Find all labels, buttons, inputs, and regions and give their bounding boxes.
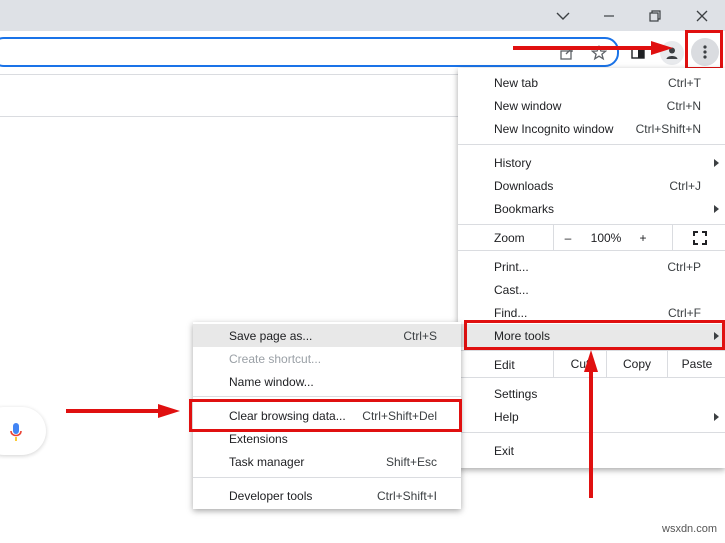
submenu-item-create-shortcut: Create shortcut... — [193, 347, 461, 370]
chevron-right-icon — [714, 204, 719, 213]
zoom-level: 100% — [583, 225, 629, 250]
menu-item-shortcut: Ctrl+J — [669, 178, 701, 193]
menu-item-label: Create shortcut... — [229, 351, 322, 366]
zoom-out-button[interactable]: – — [553, 225, 582, 250]
menu-item-shortcut: Ctrl+N — [666, 98, 701, 113]
zoom-in-label: + — [639, 230, 647, 245]
annotation-box-menu-button — [685, 30, 723, 70]
address-bar[interactable] — [0, 37, 619, 67]
star-icon[interactable] — [585, 39, 613, 67]
zoom-in-button[interactable]: + — [629, 225, 657, 250]
annotation-arrow-head — [158, 404, 180, 418]
zoom-row: Zoom – 100% + — [458, 225, 725, 250]
zoom-out-label: – — [564, 230, 572, 245]
search-box[interactable] — [0, 407, 46, 455]
menu-item-history[interactable]: History — [458, 151, 725, 174]
side-panel-icon[interactable] — [624, 39, 652, 67]
menu-item-label: Cast... — [494, 282, 529, 297]
watermark: wsxdn.com — [662, 523, 718, 535]
menu-item-downloads[interactable]: Downloads Ctrl+J — [458, 174, 725, 197]
chevron-right-icon — [714, 412, 719, 421]
menu-item-label: Extensions — [229, 431, 288, 446]
menu-item-new-window[interactable]: New window Ctrl+N — [458, 94, 725, 117]
share-icon[interactable] — [553, 39, 581, 67]
menu-item-label: Help — [494, 409, 519, 424]
menu-item-label: Find... — [494, 305, 528, 320]
menu-item-shortcut: Ctrl+Shift+I — [376, 488, 437, 503]
microphone-icon[interactable] — [9, 422, 23, 444]
menu-item-label: History — [494, 155, 532, 170]
menu-item-print[interactable]: Print... Ctrl+P — [458, 255, 725, 278]
submenu-item-save-page-as[interactable]: Save page as... Ctrl+S — [193, 324, 461, 347]
menu-item-label: Save page as... — [229, 328, 313, 343]
zoom-value: 100% — [590, 230, 622, 245]
annotation-box-clear-browsing-data — [189, 399, 462, 432]
menu-item-cast[interactable]: Cast... — [458, 278, 725, 301]
menu-item-label: Bookmarks — [494, 201, 555, 216]
menu-divider — [193, 396, 461, 397]
menu-item-shortcut: Ctrl+F — [668, 305, 701, 320]
annotation-arrow-shaft — [513, 46, 653, 50]
menu-item-label: Exit — [494, 443, 515, 458]
menu-item-label: Developer tools — [229, 488, 313, 503]
copy-button[interactable]: Copy — [606, 351, 667, 377]
menu-item-shortcut: Shift+Esc — [385, 454, 437, 469]
minimize-icon[interactable] — [586, 0, 632, 31]
menu-item-label: Print... — [494, 259, 529, 274]
cut-button[interactable]: Cut — [553, 351, 606, 377]
menu-item-new-incognito-window[interactable]: New Incognito window Ctrl+Shift+N — [458, 117, 725, 140]
menu-item-label: Name window... — [229, 374, 314, 389]
zoom-label: Zoom — [494, 231, 525, 245]
restore-icon[interactable] — [632, 0, 678, 31]
close-icon[interactable] — [679, 0, 725, 31]
chevron-down-icon[interactable] — [540, 0, 586, 31]
menu-item-label: Settings — [494, 386, 538, 401]
menu-item-label: New window — [494, 98, 562, 113]
menu-item-bookmarks[interactable]: Bookmarks — [458, 197, 725, 220]
submenu-item-developer-tools[interactable]: Developer tools Ctrl+Shift+I — [193, 484, 461, 507]
annotation-box-more-tools — [464, 320, 725, 350]
menu-item-shortcut: Ctrl+S — [403, 328, 437, 343]
edit-label: Edit — [494, 358, 515, 372]
annotation-arrow-head — [651, 41, 673, 55]
copy-label: Copy — [622, 357, 651, 371]
menu-item-label: Task manager — [229, 454, 305, 469]
menu-item-label: Downloads — [494, 178, 554, 193]
menu-item-shortcut: Ctrl+T — [668, 75, 701, 90]
paste-button[interactable]: Paste — [667, 351, 725, 377]
annotation-arrow-shaft — [66, 409, 161, 413]
menu-item-shortcut: Ctrl+Shift+N — [635, 121, 701, 136]
menu-divider — [458, 250, 725, 251]
menu-item-shortcut: Ctrl+P — [667, 259, 701, 274]
menu-divider — [193, 477, 461, 478]
annotation-arrow-shaft — [589, 370, 593, 498]
annotation-arrow-head — [584, 350, 598, 372]
submenu-item-task-manager[interactable]: Task manager Shift+Esc — [193, 450, 461, 473]
fullscreen-button[interactable] — [672, 225, 725, 250]
menu-item-label: New Incognito window — [494, 121, 614, 136]
chevron-right-icon — [714, 158, 719, 167]
paste-label: Paste — [681, 357, 713, 371]
menu-item-label: New tab — [494, 75, 539, 90]
submenu-item-name-window[interactable]: Name window... — [193, 370, 461, 393]
fullscreen-icon — [692, 230, 707, 245]
menu-item-new-tab[interactable]: New tab Ctrl+T — [458, 71, 725, 94]
menu-divider — [458, 144, 725, 145]
